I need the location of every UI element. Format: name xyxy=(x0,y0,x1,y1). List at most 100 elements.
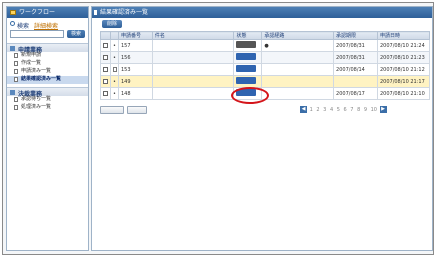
deadline: 2007/08/31 xyxy=(333,39,378,52)
page-link[interactable]: 6 xyxy=(344,107,347,113)
row-number: 156 xyxy=(117,51,153,64)
table-row: • 157 ● 2007/08/31 2007/08/10 21:24 xyxy=(100,39,431,52)
result-table: 申請番号 件名 状態 承認経路 承認期限 申請日時 • 157 ● 2007/0… xyxy=(100,31,431,100)
approval-route xyxy=(261,87,335,100)
route-dot-icon: ● xyxy=(264,42,269,49)
approval-route xyxy=(261,63,335,76)
deadline: 2007/08/17 xyxy=(333,87,378,100)
submitted-date: 2007/08/10 21:12 xyxy=(376,63,431,76)
sidebar-item-label: 新規申請 xyxy=(21,52,42,58)
row-checkbox[interactable] xyxy=(103,42,108,48)
status-badge xyxy=(236,89,257,96)
table-header-row: 申請番号 件名 状態 承認経路 承認期限 申請日時 xyxy=(100,31,431,40)
row-number: 148 xyxy=(117,87,153,100)
approval-route xyxy=(261,75,335,88)
column-header xyxy=(100,31,111,40)
deadline xyxy=(333,75,378,88)
page-link[interactable]: 4 xyxy=(330,107,333,113)
main-panel: 結果確認済み一覧 削除 申請番号 件名 状態 承認経路 承認期限 申請日時 • … xyxy=(91,6,433,251)
column-header xyxy=(109,31,119,40)
page-link[interactable]: 10 xyxy=(371,107,377,113)
status-badge xyxy=(236,41,257,48)
prev-page-icon[interactable]: ◀ xyxy=(300,106,307,113)
page-link[interactable]: 3 xyxy=(323,107,326,113)
advanced-search-link[interactable]: 詳細検索 xyxy=(34,21,58,30)
sidebar-item-label: 承認待ち一覧 xyxy=(21,96,52,102)
column-header-date[interactable]: 申請日時 xyxy=(376,31,431,40)
row-marker: • xyxy=(109,87,119,100)
sidebar: ワークフロー 検索 詳細検索 検索 申請業務 新規申請 作成一覧 申請済み一覧 xyxy=(6,6,89,251)
search-button[interactable]: 検索 xyxy=(67,30,85,38)
document-icon xyxy=(14,77,18,82)
sidebar-item-label: 作成一覧 xyxy=(21,60,42,66)
toolbar: 削除 xyxy=(92,18,432,29)
delete-button[interactable]: 削除 xyxy=(102,20,122,28)
section-approval[interactable]: 決裁業務 xyxy=(7,87,88,98)
search-input[interactable] xyxy=(10,30,64,38)
app-window: ワークフロー 検索 詳細検索 検索 申請業務 新規申請 作成一覧 申請済み一覧 xyxy=(2,2,434,255)
table-row: • 148 2007/08/17 2007/08/10 21:10 xyxy=(100,87,431,100)
sidebar-item-draft-list[interactable]: 作成一覧 xyxy=(7,60,88,68)
sidebar-item-result-confirmed-list[interactable]: 結果確認済み一覧 xyxy=(7,76,88,84)
document-icon xyxy=(14,97,18,102)
submitted-date: 2007/08/10 21:10 xyxy=(376,87,431,100)
main-header: 結果確認済み一覧 xyxy=(92,7,432,18)
search-label: 検索 xyxy=(17,23,30,30)
deselect-button[interactable] xyxy=(127,106,147,114)
page-link[interactable]: 2 xyxy=(316,107,319,113)
submitted-date: 2007/08/10 21:17 xyxy=(376,75,431,88)
document-icon xyxy=(14,61,18,66)
attachment-icon xyxy=(112,66,117,72)
sidebar-item-pending-approval[interactable]: 承認待ち一覧 xyxy=(7,96,88,104)
submitted-date: 2007/08/10 21:23 xyxy=(376,51,431,64)
row-checkbox[interactable] xyxy=(103,54,108,60)
page-title: 結果確認済み一覧 xyxy=(100,9,149,16)
column-header-deadline[interactable]: 承認期限 xyxy=(333,31,378,40)
page-link[interactable]: 9 xyxy=(364,107,367,113)
approval-route: ● xyxy=(261,39,335,52)
row-checkbox[interactable] xyxy=(103,90,108,96)
row-marker: • xyxy=(109,75,119,88)
header-marker-icon xyxy=(94,10,97,15)
row-marker: • xyxy=(109,39,119,52)
document-icon xyxy=(14,53,18,58)
column-header-number[interactable]: 申請番号 xyxy=(117,31,153,40)
row-checkbox[interactable] xyxy=(103,66,108,72)
search-box-row: 検索 xyxy=(7,30,88,40)
status-badge xyxy=(236,65,257,72)
approval-route xyxy=(261,51,335,64)
row-marker: • xyxy=(109,51,119,64)
sidebar-title: ワークフロー xyxy=(19,9,56,16)
page-link[interactable]: 1 xyxy=(310,107,313,113)
page-link[interactable]: 7 xyxy=(350,107,353,113)
document-icon xyxy=(14,105,18,110)
sidebar-item-label: 処理済み一覧 xyxy=(21,104,52,110)
status-badge xyxy=(236,53,257,60)
table-row: • 149 2007/08/10 21:17 xyxy=(100,75,431,88)
page-link[interactable]: 8 xyxy=(357,107,360,113)
sidebar-item-label: 結果確認済み一覧 xyxy=(21,76,62,82)
sidebar-item-submitted-list[interactable]: 申請済み一覧 xyxy=(7,68,88,76)
section-icon xyxy=(10,46,15,51)
table-row: 153 2007/08/14 2007/08/10 21:12 xyxy=(100,63,431,76)
pagination: ◀ 1 2 3 4 5 6 7 8 9 10 ▶ xyxy=(300,106,387,113)
deadline: 2007/08/14 xyxy=(333,63,378,76)
next-page-icon[interactable]: ▶ xyxy=(379,106,387,113)
page-link[interactable]: 5 xyxy=(337,107,340,113)
sidebar-header: ワークフロー xyxy=(7,7,88,18)
row-number: 153 xyxy=(117,63,153,76)
column-header-route[interactable]: 承認経路 xyxy=(261,31,335,40)
table-row: • 156 2007/08/31 2007/08/10 21:23 xyxy=(100,51,431,64)
table-footer: ◀ 1 2 3 4 5 6 7 8 9 10 ▶ xyxy=(100,105,430,115)
sidebar-item-processed-list[interactable]: 処理済み一覧 xyxy=(7,104,88,112)
section-icon xyxy=(10,90,15,95)
submitted-date: 2007/08/10 21:24 xyxy=(376,39,431,52)
select-all-button[interactable] xyxy=(100,106,124,114)
row-checkbox[interactable] xyxy=(103,78,108,84)
column-header-status[interactable]: 状態 xyxy=(233,31,263,40)
section-application[interactable]: 申請業務 xyxy=(7,43,88,54)
column-header-subject[interactable]: 件名 xyxy=(151,31,235,40)
deadline: 2007/08/31 xyxy=(333,51,378,64)
sidebar-item-new-application[interactable]: 新規申請 xyxy=(7,52,88,60)
search-icon xyxy=(10,21,15,26)
